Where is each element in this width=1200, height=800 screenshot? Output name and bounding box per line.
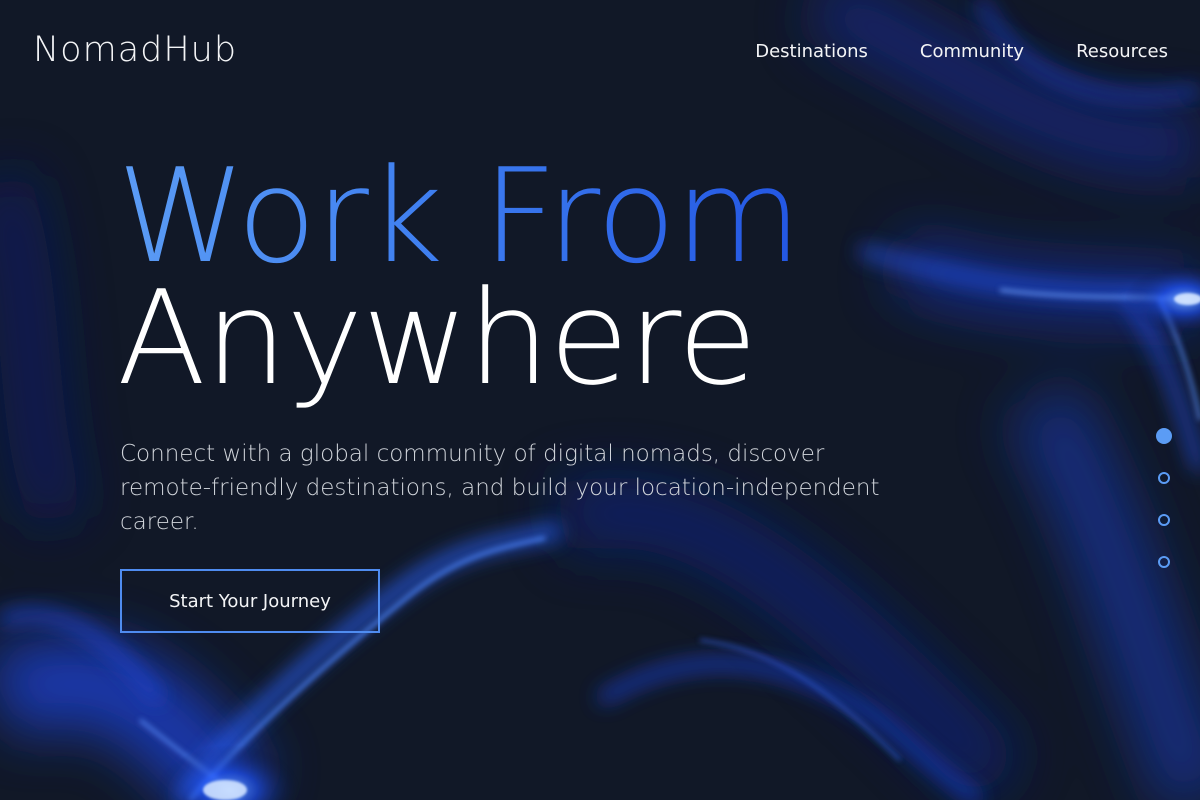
slide-dot-4[interactable] xyxy=(1158,556,1170,568)
nav-link-community[interactable]: Community xyxy=(920,41,1024,62)
slide-dot-2[interactable] xyxy=(1158,472,1170,484)
brand-logo[interactable]: NomadHub xyxy=(33,30,237,70)
nav-link-destinations[interactable]: Destinations xyxy=(755,41,868,62)
main-nav: Destinations Community Resources xyxy=(755,41,1168,62)
slide-dot-3[interactable] xyxy=(1158,514,1170,526)
hero-subtitle: Connect with a global community of digit… xyxy=(120,441,880,535)
hero-title-line-2: Anywhere xyxy=(117,262,758,414)
slide-dot-1[interactable] xyxy=(1156,428,1172,444)
nav-link-resources[interactable]: Resources xyxy=(1076,41,1168,62)
start-journey-button[interactable]: Start Your Journey xyxy=(120,569,380,633)
